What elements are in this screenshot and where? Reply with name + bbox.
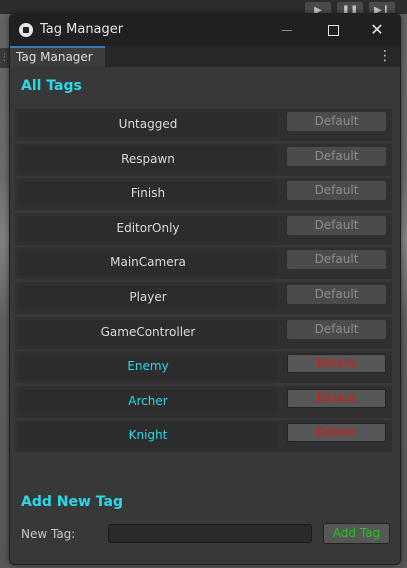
all-tags-heading: All Tags: [21, 78, 82, 94]
unity-logo-icon: [19, 23, 33, 37]
tab-bar: Tag Manager ⋮: [10, 46, 400, 67]
tag-row: Finish Default: [15, 178, 392, 211]
title-bar[interactable]: Tag Manager ✕: [10, 14, 400, 46]
delete-tag-button[interactable]: Delete: [287, 423, 386, 443]
delete-tag-button[interactable]: Delete: [287, 388, 386, 408]
tag-name-label: MainCamera: [19, 250, 277, 276]
default-tag-button: Default: [287, 215, 386, 235]
tag-name-label: EditorOnly: [19, 215, 277, 241]
tag-name-label: Knight: [19, 423, 277, 449]
tag-name-label: Enemy: [19, 354, 277, 380]
more-options-icon[interactable]: ⋮: [378, 48, 392, 64]
tag-row: GameController Default: [15, 316, 392, 349]
tag-row: EditorOnly Default: [15, 212, 392, 245]
default-tag-button: Default: [287, 319, 386, 339]
tag-manager-window: Tag Manager ✕ Tag Manager ⋮ All Tags Unt…: [9, 13, 401, 565]
tag-name-label: Finish: [19, 181, 277, 207]
minimize-button[interactable]: [264, 14, 310, 46]
default-tag-button: Default: [287, 146, 386, 166]
tag-name-label: GameController: [19, 319, 277, 345]
editor-toolbar-backdrop: ▶ ❚❚ ▶❙: [0, 0, 407, 20]
tab-tag-manager[interactable]: Tag Manager: [10, 46, 105, 67]
tag-row: MainCamera Default: [15, 247, 392, 280]
default-tag-button: Default: [287, 181, 386, 201]
minimize-icon: [282, 30, 292, 31]
new-tag-label: New Tag:: [21, 527, 76, 541]
delete-tag-button[interactable]: Delete: [287, 354, 386, 374]
window-title: Tag Manager: [40, 22, 124, 37]
tag-row: Respawn Default: [15, 143, 392, 176]
tag-name-label: Untagged: [19, 112, 277, 137]
tag-row: Untagged Default: [15, 109, 392, 141]
close-icon: ✕: [370, 20, 384, 39]
default-tag-button: Default: [287, 250, 386, 270]
maximize-button[interactable]: [310, 14, 356, 46]
tag-name-label: Archer: [19, 388, 277, 414]
tag-row: Enemy Delete: [15, 351, 392, 384]
tag-row: Knight Delete: [15, 420, 392, 453]
add-new-tag-heading: Add New Tag: [21, 494, 123, 510]
tag-manager-panel: All Tags Untagged Default Respawn Default Fi…: [10, 67, 400, 564]
new-tag-input[interactable]: [108, 524, 312, 543]
default-tag-button: Default: [287, 112, 386, 131]
close-button[interactable]: ✕: [354, 14, 400, 46]
tag-row: Archer Delete: [15, 385, 392, 418]
tag-name-label: Respawn: [19, 146, 277, 172]
tag-row: Player Default: [15, 282, 392, 314]
tag-name-label: Player: [19, 285, 277, 310]
add-tag-button[interactable]: Add Tag: [323, 523, 390, 544]
maximize-icon: [327, 25, 339, 36]
default-tag-button: Default: [287, 285, 386, 304]
